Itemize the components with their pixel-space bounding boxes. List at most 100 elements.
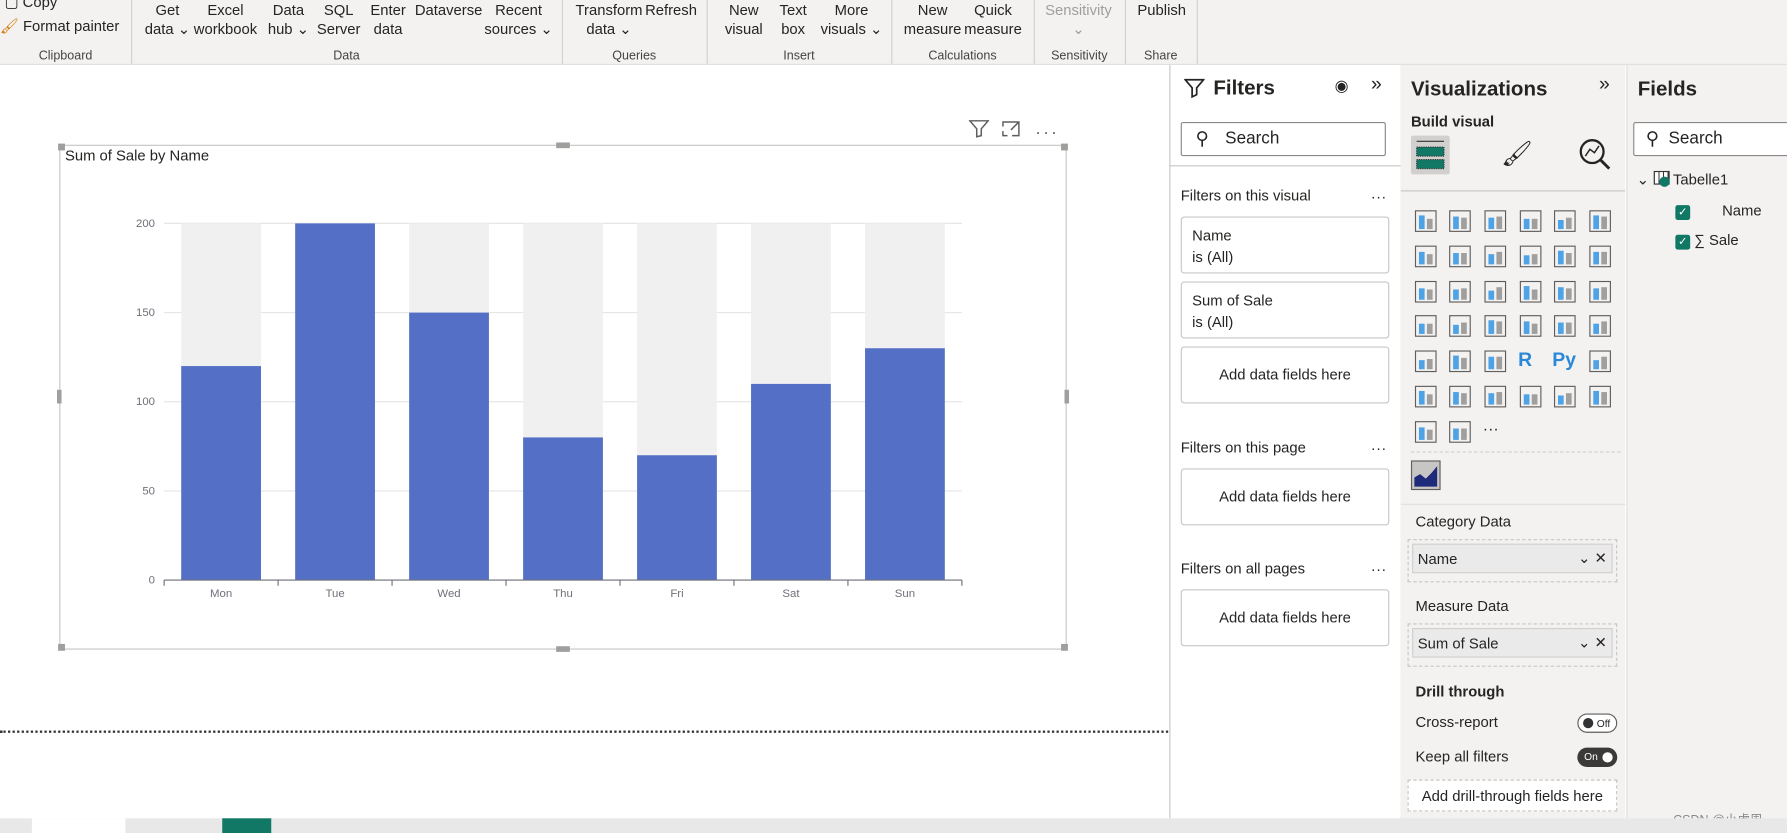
donut-visual-icon[interactable] (1552, 279, 1577, 304)
r-visual-visual-icon[interactable]: R (1518, 349, 1543, 374)
funnel-visual-icon[interactable] (1447, 279, 1472, 304)
resize-handle[interactable] (58, 643, 65, 651)
resize-handle[interactable] (556, 646, 570, 652)
multi-row-card-visual-icon[interactable] (1552, 314, 1577, 339)
text-box-button[interactable]: Text box (780, 0, 807, 39)
more-options-icon[interactable]: ... (1371, 437, 1387, 454)
enter-data-button[interactable]: Enter data (370, 0, 405, 39)
pie-visual-icon[interactable] (1518, 279, 1543, 304)
sensitivity-button[interactable]: Sensitivity ⌄ (1045, 0, 1112, 39)
kpi-visual-icon[interactable] (1588, 314, 1613, 339)
more-options-icon[interactable]: ... (1371, 185, 1387, 202)
line-visual-icon[interactable] (1413, 244, 1438, 269)
more-visuals-button[interactable]: More visuals ⌄ (821, 0, 883, 39)
analytics-icon[interactable] (1577, 137, 1611, 175)
treemap-visual-icon[interactable] (1588, 279, 1613, 304)
goals-visual-icon[interactable] (1518, 384, 1543, 409)
format-visual-icon[interactable]: 🖌 (1501, 139, 1533, 169)
filter-icon[interactable] (968, 120, 990, 142)
clustered-column-visual-icon[interactable] (1518, 209, 1543, 234)
new-visual-button[interactable]: New visual (725, 0, 763, 39)
stacked-bar-visual-icon[interactable] (1413, 209, 1438, 234)
category-data-well[interactable]: Name ⌄ ✕ (1407, 539, 1618, 583)
eye-icon[interactable]: ◉ (1335, 76, 1349, 95)
chevron-down-icon[interactable]: ⌄ (1637, 171, 1649, 188)
data-hub-button[interactable]: Data hub ⌄ (268, 0, 309, 39)
narrative-visual-icon[interactable] (1483, 384, 1508, 409)
power-automate-visual-icon[interactable] (1447, 419, 1472, 444)
python-visual-visual-icon[interactable]: Py (1552, 349, 1577, 374)
filter-card-name[interactable]: Name is (All) (1180, 216, 1390, 274)
transform-data-button[interactable]: Transform data ⌄ (576, 0, 643, 39)
gauge-visual-icon[interactable] (1483, 314, 1508, 339)
checkbox-checked-icon[interactable]: ✓ (1675, 234, 1691, 250)
more-options-icon[interactable]: ··· (1035, 123, 1059, 142)
add-page-button[interactable] (222, 818, 272, 833)
100-bar-visual-icon[interactable] (1552, 209, 1577, 234)
fields-search-input[interactable]: ⚲ Search (1633, 121, 1787, 157)
recent-sources-button[interactable]: Recent sources ⌄ (484, 0, 552, 39)
stacked-column-visual-icon[interactable] (1447, 209, 1472, 234)
new-measure-button[interactable]: New measure (904, 0, 962, 39)
area-visual-icon[interactable] (1447, 244, 1472, 269)
filled-map-visual-icon[interactable] (1447, 314, 1472, 339)
category-field-pill[interactable]: Name ⌄ ✕ (1412, 543, 1613, 574)
add-fields-page-dropzone[interactable]: Add data fields here (1180, 468, 1390, 526)
refresh-button[interactable]: Refresh (645, 0, 697, 19)
resize-handle[interactable] (58, 143, 65, 151)
100-column-visual-icon[interactable] (1588, 209, 1613, 234)
publish-button[interactable]: Publish (1137, 0, 1186, 19)
copy-button[interactable]: ▢ Copy (5, 0, 58, 11)
card-visual-icon[interactable] (1518, 314, 1543, 339)
key-influencers-visual-icon[interactable] (1588, 349, 1613, 374)
bar-chart-visual[interactable]: Sum of Sale by Name 0 50 100 150 200 Mon Tue We… (56, 142, 1070, 652)
line-clustered-visual-icon[interactable] (1552, 244, 1577, 269)
get-data-button[interactable]: Get data ⌄ (145, 0, 190, 39)
waterfall-visual-icon[interactable] (1413, 279, 1438, 304)
decomposition-tree-visual-icon[interactable] (1413, 384, 1438, 409)
line-column-visual-icon[interactable] (1518, 244, 1543, 269)
resize-handle[interactable] (556, 142, 570, 149)
resize-handle[interactable] (1064, 389, 1070, 404)
stacked-area-visual-icon[interactable] (1483, 244, 1508, 269)
excel-workbook-button[interactable]: Excel workbook (194, 0, 257, 39)
filter-card-sum-of-sale[interactable]: Sum of Sale is (All) (1180, 281, 1390, 339)
collapse-chevron-icon[interactable]: » (1371, 73, 1382, 96)
chevron-down-icon[interactable]: ⌄ ✕ (1578, 634, 1607, 652)
cross-report-toggle[interactable]: Off (1577, 713, 1618, 733)
table-tabelle1[interactable]: ⌄ Tabelle1 (1637, 170, 1728, 189)
more-options-icon[interactable]: ... (1371, 557, 1387, 574)
qa-visual-icon[interactable] (1447, 384, 1472, 409)
checkbox-checked-icon[interactable]: ✓ (1675, 205, 1691, 220)
azure-map-visual-icon[interactable] (1588, 384, 1613, 409)
keep-filters-toggle[interactable]: On (1577, 747, 1618, 768)
field-name[interactable]: ✓ Name (1675, 202, 1762, 220)
measure-field-pill[interactable]: Sum of Sale ⌄ ✕ (1412, 627, 1613, 658)
map-visual-icon[interactable] (1413, 314, 1438, 339)
slicer-visual-icon[interactable] (1413, 349, 1438, 374)
add-fields-visual-dropzone[interactable]: Add data fields here (1180, 346, 1390, 404)
filters-search-input[interactable]: ⚲ Search (1180, 121, 1386, 157)
measure-data-well[interactable]: Sum of Sale ⌄ ✕ (1407, 623, 1618, 667)
sql-server-button[interactable]: SQL Server (317, 0, 361, 39)
matrix-visual-icon[interactable] (1483, 349, 1508, 374)
quick-measure-button[interactable]: Quick measure (964, 0, 1022, 39)
table-visual-icon[interactable] (1447, 349, 1472, 374)
ribbon-visual-icon[interactable] (1588, 244, 1613, 269)
resize-handle[interactable] (56, 389, 62, 404)
format-painter-button[interactable]: 🖌 Format painter (0, 17, 119, 35)
page-tab[interactable] (31, 818, 126, 833)
build-visual-tab[interactable] (1410, 135, 1450, 175)
resize-handle[interactable] (1061, 643, 1068, 651)
more-visual-icon[interactable]: ··· (1483, 419, 1508, 444)
scatter-visual-icon[interactable] (1483, 279, 1508, 304)
clustered-bar-visual-icon[interactable] (1483, 209, 1508, 234)
power-apps-visual-icon[interactable] (1413, 419, 1438, 444)
field-sale[interactable]: ✓ ∑ Sale (1675, 231, 1739, 250)
resize-handle[interactable] (1061, 143, 1068, 151)
custom-area-visual-icon[interactable] (1410, 460, 1441, 491)
paginated-visual-icon[interactable] (1552, 384, 1577, 409)
drill-through-dropzone[interactable]: Add drill-through fields here (1407, 779, 1618, 812)
focus-mode-icon[interactable] (1001, 121, 1022, 142)
add-fields-all-dropzone[interactable]: Add data fields here (1180, 589, 1390, 647)
